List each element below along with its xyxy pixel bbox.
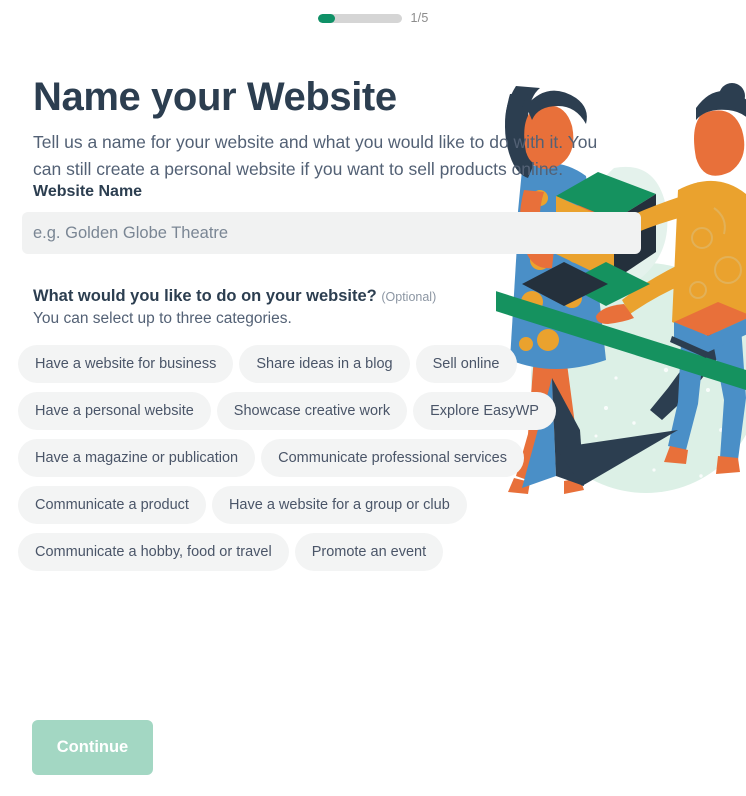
category-chip[interactable]: Have a website for a group or club xyxy=(211,486,467,524)
category-chip[interactable]: Have a website for business xyxy=(18,345,234,383)
category-chip[interactable]: Have a magazine or publication xyxy=(18,439,256,477)
page-subtitle: Tell us a name for your website and what… xyxy=(33,132,598,179)
page-title: Name your Website xyxy=(33,75,397,119)
category-chip[interactable]: Share ideas in a blog xyxy=(239,345,410,383)
main-content: Name your Website Tell us a name for you… xyxy=(0,0,660,571)
website-name-label: Website Name xyxy=(33,183,143,200)
category-chip[interactable]: Showcase creative work xyxy=(216,392,408,430)
website-name-input[interactable] xyxy=(22,212,641,254)
onboarding-screen: 1/5 Name your Website Tell us a name for… xyxy=(0,0,746,796)
category-chip-list: Have a website for business Share ideas i… xyxy=(18,345,578,571)
categories-hint: You can select up to three categories. xyxy=(33,310,292,327)
category-chip[interactable]: Communicate a hobby, food or travel xyxy=(18,533,289,571)
category-chip[interactable]: Communicate professional services xyxy=(261,439,524,477)
category-chip[interactable]: Explore EasyWP xyxy=(413,392,556,430)
categories-question: What would you like to do on your websit… xyxy=(33,287,660,306)
category-chip[interactable]: Sell online xyxy=(415,345,517,383)
category-chip[interactable]: Promote an event xyxy=(294,533,444,571)
category-chip[interactable]: Have a personal website xyxy=(18,392,211,430)
continue-button[interactable]: Continue xyxy=(32,720,153,775)
optional-tag: (Optional) xyxy=(381,290,437,304)
category-chip[interactable]: Communicate a product xyxy=(18,486,206,524)
categories-question-text: What would you like to do on your websit… xyxy=(33,287,377,305)
